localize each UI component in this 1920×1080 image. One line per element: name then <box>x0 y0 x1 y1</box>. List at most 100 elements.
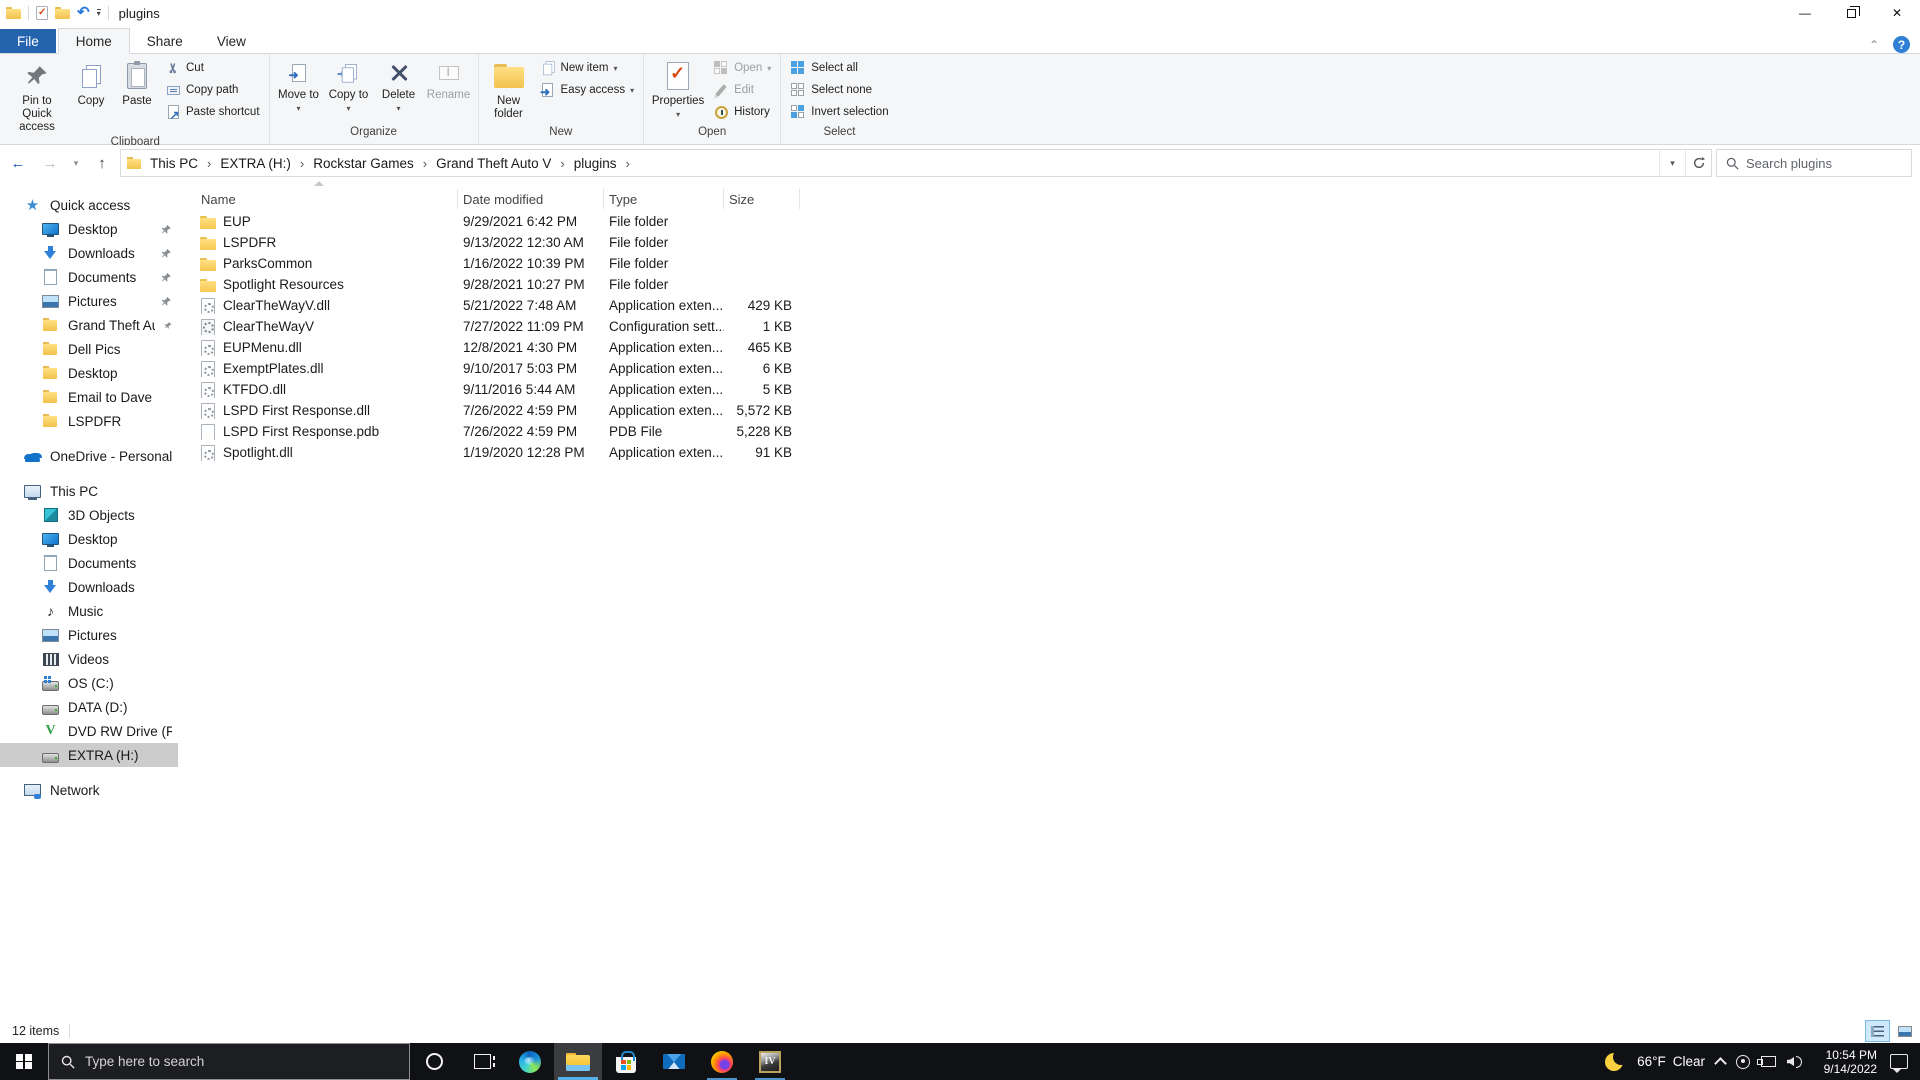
file-row[interactable]: LSPD First Response.pdb 7/26/2022 4:59 P… <box>196 421 1920 442</box>
file-row[interactable]: ClearTheWayV.dll 5/21/2022 7:48 AM Appli… <box>196 295 1920 316</box>
sidebar-item[interactable]: Videos <box>0 647 178 671</box>
qat-customize-icon[interactable]: ▾ <box>96 9 101 18</box>
restore-button[interactable] <box>1828 0 1874 26</box>
edge-button[interactable] <box>506 1043 554 1080</box>
network-icon[interactable] <box>1757 1056 1776 1067</box>
breadcrumb-item[interactable]: Rockstar Games <box>306 150 421 176</box>
action-center-icon[interactable] <box>1890 1054 1908 1073</box>
sidebar-item[interactable]: Desktop <box>0 217 178 241</box>
minimize-button[interactable]: — <box>1782 0 1828 26</box>
breadcrumb-item[interactable]: EXTRA (H:) <box>213 150 298 176</box>
sidebar-item[interactable]: 3D Objects <box>0 503 178 527</box>
pin-to-quick-access-button[interactable]: Pin to Quick access <box>6 56 68 136</box>
paste-button[interactable]: Paste <box>114 56 160 124</box>
weather-widget[interactable]: 66°F Clear <box>1637 1054 1705 1069</box>
taskbar-search-input[interactable] <box>85 1054 397 1069</box>
up-button[interactable]: ↑ <box>88 150 116 176</box>
select-none-button[interactable]: Select none <box>785 80 893 100</box>
file-row[interactable]: LSPDFR 9/13/2022 12:30 AM File folder <box>196 232 1920 253</box>
file-row[interactable]: LSPD First Response.dll 7/26/2022 4:59 P… <box>196 400 1920 421</box>
history-button[interactable]: History <box>708 102 776 122</box>
file-row[interactable]: ExemptPlates.dll 9/10/2017 5:03 PM Appli… <box>196 358 1920 379</box>
move-to-button[interactable]: ➜ Move to ▾ <box>274 56 324 118</box>
forward-button[interactable]: → <box>36 150 64 176</box>
address-bar[interactable]: This PC EXTRA (H:) Rockstar Games Grand … <box>120 149 1712 177</box>
breadcrumb-item[interactable]: plugins <box>567 150 624 176</box>
meet-now-icon[interactable] <box>1736 1054 1750 1069</box>
mail-button[interactable] <box>650 1043 698 1080</box>
rename-button[interactable]: Rename <box>424 56 474 118</box>
close-button[interactable]: ✕ <box>1874 0 1920 26</box>
sidebar-item[interactable]: Quick access <box>0 193 178 217</box>
sidebar-item[interactable]: OS (C:) <box>0 671 178 695</box>
cut-button[interactable]: ✂ Cut <box>160 58 265 78</box>
task-view-button[interactable] <box>458 1043 506 1080</box>
file-row[interactable]: ParksCommon 1/16/2022 10:39 PM File fold… <box>196 253 1920 274</box>
tab-file[interactable]: File <box>0 29 56 53</box>
search-input[interactable] <box>1746 155 1902 171</box>
new-item-button[interactable]: New item ▾ <box>535 58 640 78</box>
sidebar-item[interactable]: Documents <box>0 265 178 289</box>
column-header-type[interactable]: Type <box>604 189 724 209</box>
sidebar-item[interactable]: Documents <box>0 551 178 575</box>
address-dropdown-icon[interactable]: ▾ <box>1659 150 1685 176</box>
column-header-date-modified[interactable]: Date modified <box>458 189 604 209</box>
sidebar-item[interactable]: Pictures <box>0 289 178 313</box>
properties-button[interactable]: Properties ▾ <box>648 56 708 124</box>
start-button[interactable] <box>0 1043 48 1080</box>
qat-properties-icon[interactable] <box>36 6 48 20</box>
sidebar-item[interactable]: Desktop <box>0 361 178 385</box>
weather-moon-icon[interactable] <box>1604 1050 1627 1073</box>
copy-to-button[interactable]: ➜ Copy to ▾ <box>324 56 374 118</box>
collapse-ribbon-icon[interactable]: ⌃ <box>1869 38 1879 52</box>
open-button[interactable]: Open ▾ <box>708 58 776 78</box>
sidebar-item[interactable]: Network <box>0 778 178 802</box>
sidebar-item[interactable]: DVD RW Drive (F:) Disk1 <box>0 719 178 743</box>
copy-path-button[interactable]: Copy path <box>160 80 265 100</box>
search-box[interactable] <box>1716 149 1912 177</box>
firefox-button[interactable] <box>698 1043 746 1080</box>
sidebar-item[interactable]: Downloads <box>0 575 178 599</box>
column-header-size[interactable]: Size <box>724 189 800 209</box>
copy-button[interactable]: Copy <box>68 56 114 124</box>
file-row[interactable]: Spotlight.dll 1/19/2020 12:28 PM Applica… <box>196 442 1920 463</box>
help-icon[interactable]: ? <box>1893 36 1910 53</box>
tab-view[interactable]: View <box>200 29 263 53</box>
column-header-name[interactable]: Name <box>196 189 458 209</box>
sidebar-item[interactable]: Grand Theft Auto V <box>0 313 178 337</box>
sidebar-item[interactable]: Email to Dave <box>0 385 178 409</box>
edit-button[interactable]: Edit <box>708 80 776 100</box>
tray-expand-icon[interactable] <box>1714 1057 1727 1070</box>
new-folder-button[interactable]: New folder <box>483 56 535 124</box>
select-all-button[interactable]: Select all <box>785 58 893 78</box>
back-button[interactable]: ← <box>4 150 32 176</box>
clock[interactable]: 10:54 PM 9/14/2022 <box>1813 1048 1877 1076</box>
sidebar-item[interactable]: DATA (D:) <box>0 695 178 719</box>
qat-undo-icon[interactable]: ↷ <box>77 4 90 21</box>
invert-selection-button[interactable]: Invert selection <box>785 102 893 122</box>
breadcrumb-item[interactable]: This PC <box>143 150 205 176</box>
taskbar-search[interactable] <box>48 1043 410 1080</box>
recent-locations-icon[interactable]: ▾ <box>68 150 84 176</box>
file-explorer-button[interactable] <box>554 1043 602 1080</box>
paste-shortcut-button[interactable]: ↗ Paste shortcut <box>160 102 265 122</box>
store-button[interactable] <box>602 1043 650 1080</box>
file-row[interactable]: EUP 9/29/2021 6:42 PM File folder <box>196 211 1920 232</box>
sidebar-item[interactable]: EXTRA (H:) <box>0 743 178 767</box>
delete-button[interactable]: Delete ▾ <box>374 56 424 118</box>
file-row[interactable]: KTFDO.dll 9/11/2016 5:44 AM Application … <box>196 379 1920 400</box>
tab-share[interactable]: Share <box>130 29 200 53</box>
file-row[interactable]: Spotlight Resources 9/28/2021 10:27 PM F… <box>196 274 1920 295</box>
openiv-button[interactable]: IV <box>746 1043 794 1080</box>
cortana-button[interactable] <box>410 1043 458 1080</box>
file-row[interactable]: ClearTheWayV 7/27/2022 11:09 PM Configur… <box>196 316 1920 337</box>
breadcrumb-item[interactable]: Grand Theft Auto V <box>429 150 558 176</box>
sidebar-item[interactable]: OneDrive - Personal <box>0 444 178 468</box>
volume-icon[interactable] <box>1787 1055 1802 1068</box>
sidebar-item[interactable]: Desktop <box>0 527 178 551</box>
sidebar-item[interactable]: Pictures <box>0 623 178 647</box>
sidebar-item[interactable]: Downloads <box>0 241 178 265</box>
refresh-icon[interactable] <box>1685 150 1711 176</box>
sidebar-item[interactable]: This PC <box>0 479 178 503</box>
thumbnails-view-button[interactable] <box>1892 1020 1917 1042</box>
